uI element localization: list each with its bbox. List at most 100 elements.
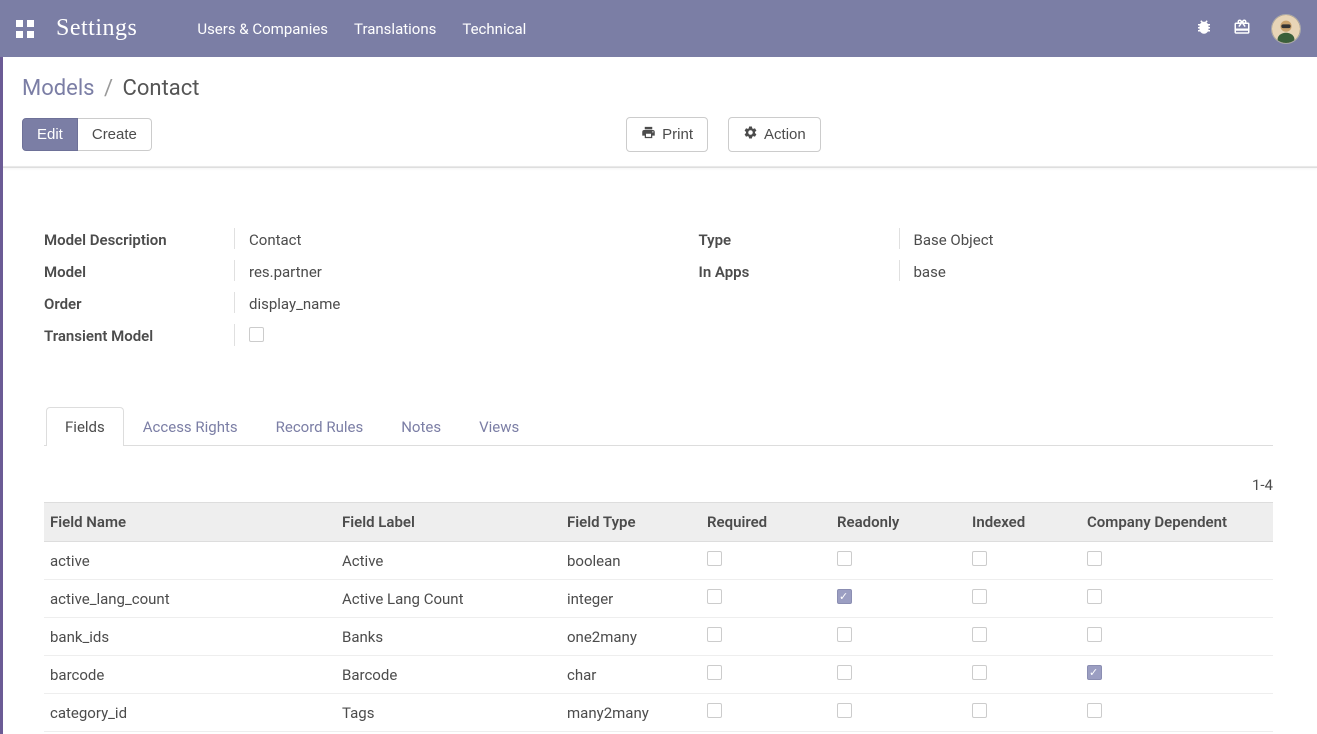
bug-icon[interactable] <box>1195 18 1213 40</box>
checkbox <box>972 551 987 566</box>
nav-translations[interactable]: Translations <box>354 20 436 38</box>
checkbox <box>707 703 722 718</box>
tab-access-rights[interactable]: Access Rights <box>124 407 257 446</box>
edit-button[interactable]: Edit <box>22 118 78 151</box>
cell-required <box>699 618 829 656</box>
gift-icon[interactable] <box>1233 18 1251 40</box>
col-readonly[interactable]: Readonly <box>829 503 964 542</box>
table-row[interactable]: bank_idsBanksone2many <box>44 618 1273 656</box>
cell-required <box>699 694 829 732</box>
checkbox <box>972 703 987 718</box>
col-required[interactable]: Required <box>699 503 829 542</box>
avatar[interactable] <box>1271 14 1301 44</box>
tab-record-rules[interactable]: Record Rules <box>257 407 383 446</box>
checkbox <box>1087 589 1102 604</box>
tab-notes[interactable]: Notes <box>382 407 460 446</box>
label-type: Type <box>699 228 899 249</box>
value-order: display_name <box>234 292 619 313</box>
nav-technical[interactable]: Technical <box>462 20 526 38</box>
pager[interactable]: 1-4 <box>44 446 1273 502</box>
checkbox <box>1087 703 1102 718</box>
cell-field-type: many2many <box>559 694 699 732</box>
cell-field-name: category_id <box>44 694 334 732</box>
checkbox <box>707 627 722 642</box>
cell-indexed <box>964 542 1079 580</box>
cell-required <box>699 542 829 580</box>
tab-views[interactable]: Views <box>460 407 538 446</box>
value-transient <box>234 324 619 346</box>
main-header: Settings Users & Companies Translations … <box>0 0 1317 57</box>
nav-users-companies[interactable]: Users & Companies <box>197 20 328 38</box>
value-in-apps: base <box>899 260 1274 281</box>
checkbox <box>972 589 987 604</box>
cell-indexed <box>964 656 1079 694</box>
table-row[interactable]: category_idTagsmany2many <box>44 694 1273 732</box>
app-title[interactable]: Settings <box>56 15 137 42</box>
cell-field-type: char <box>559 656 699 694</box>
print-icon <box>641 125 656 144</box>
cell-indexed <box>964 694 1079 732</box>
cell-field-label: Active <box>334 542 559 580</box>
cell-required <box>699 656 829 694</box>
cell-company-dependant <box>1079 656 1273 694</box>
cell-company-dependant <box>1079 542 1273 580</box>
cell-indexed <box>964 580 1079 618</box>
label-model: Model <box>44 260 234 281</box>
table-row[interactable]: activeActiveboolean <box>44 542 1273 580</box>
col-company-dependent[interactable]: Company Dependent <box>1079 503 1273 542</box>
cell-company-dependant <box>1079 618 1273 656</box>
checkbox-transient <box>249 327 264 342</box>
cell-company-dependant <box>1079 694 1273 732</box>
cell-field-name: bank_ids <box>44 618 334 656</box>
cell-field-label: Active Lang Count <box>334 580 559 618</box>
breadcrumb-current: Contact <box>123 76 200 101</box>
action-label: Action <box>764 126 806 143</box>
checkbox <box>837 703 852 718</box>
cell-field-label: Tags <box>334 694 559 732</box>
form-sheet: Model Description Contact Model res.part… <box>44 228 1273 356</box>
cell-field-name: barcode <box>44 656 334 694</box>
print-label: Print <box>662 126 693 143</box>
tab-fields[interactable]: Fields <box>46 407 124 446</box>
checkbox <box>837 627 852 642</box>
col-indexed[interactable]: Indexed <box>964 503 1079 542</box>
breadcrumb: Models / Contact <box>22 76 1295 101</box>
checkbox <box>837 551 852 566</box>
cell-readonly <box>829 656 964 694</box>
breadcrumb-models[interactable]: Models <box>22 76 95 101</box>
nav-menu: Users & Companies Translations Technical <box>197 20 526 38</box>
cell-required <box>699 580 829 618</box>
cell-readonly <box>829 694 964 732</box>
value-model: res.partner <box>234 260 619 281</box>
label-transient: Transient Model <box>44 324 234 345</box>
col-field-name[interactable]: Field Name <box>44 503 334 542</box>
cell-company-dependant <box>1079 580 1273 618</box>
value-model-description: Contact <box>234 228 619 249</box>
apps-icon[interactable] <box>16 20 34 38</box>
value-type: Base Object <box>899 228 1274 249</box>
col-field-type[interactable]: Field Type <box>559 503 699 542</box>
checkbox <box>707 551 722 566</box>
label-order: Order <box>44 292 234 313</box>
checkbox <box>837 589 852 604</box>
fields-table: Field Name Field Label Field Type Requir… <box>44 502 1273 732</box>
checkbox <box>972 627 987 642</box>
table-row[interactable]: active_lang_countActive Lang Countintege… <box>44 580 1273 618</box>
checkbox <box>1087 551 1102 566</box>
label-model-description: Model Description <box>44 228 234 249</box>
table-row[interactable]: barcodeBarcodechar <box>44 656 1273 694</box>
cell-readonly <box>829 542 964 580</box>
tabs: Fields Access Rights Record Rules Notes … <box>44 406 1273 446</box>
col-field-label[interactable]: Field Label <box>334 503 559 542</box>
breadcrumb-separator: / <box>104 76 113 101</box>
cell-indexed <box>964 618 1079 656</box>
cell-field-name: active_lang_count <box>44 580 334 618</box>
create-button[interactable]: Create <box>78 118 152 151</box>
label-in-apps: In Apps <box>699 260 899 281</box>
checkbox <box>1087 627 1102 642</box>
checkbox <box>707 589 722 604</box>
cell-field-label: Barcode <box>334 656 559 694</box>
checkbox <box>1087 665 1102 680</box>
action-button[interactable]: Action <box>728 117 821 152</box>
print-button[interactable]: Print <box>626 117 708 152</box>
